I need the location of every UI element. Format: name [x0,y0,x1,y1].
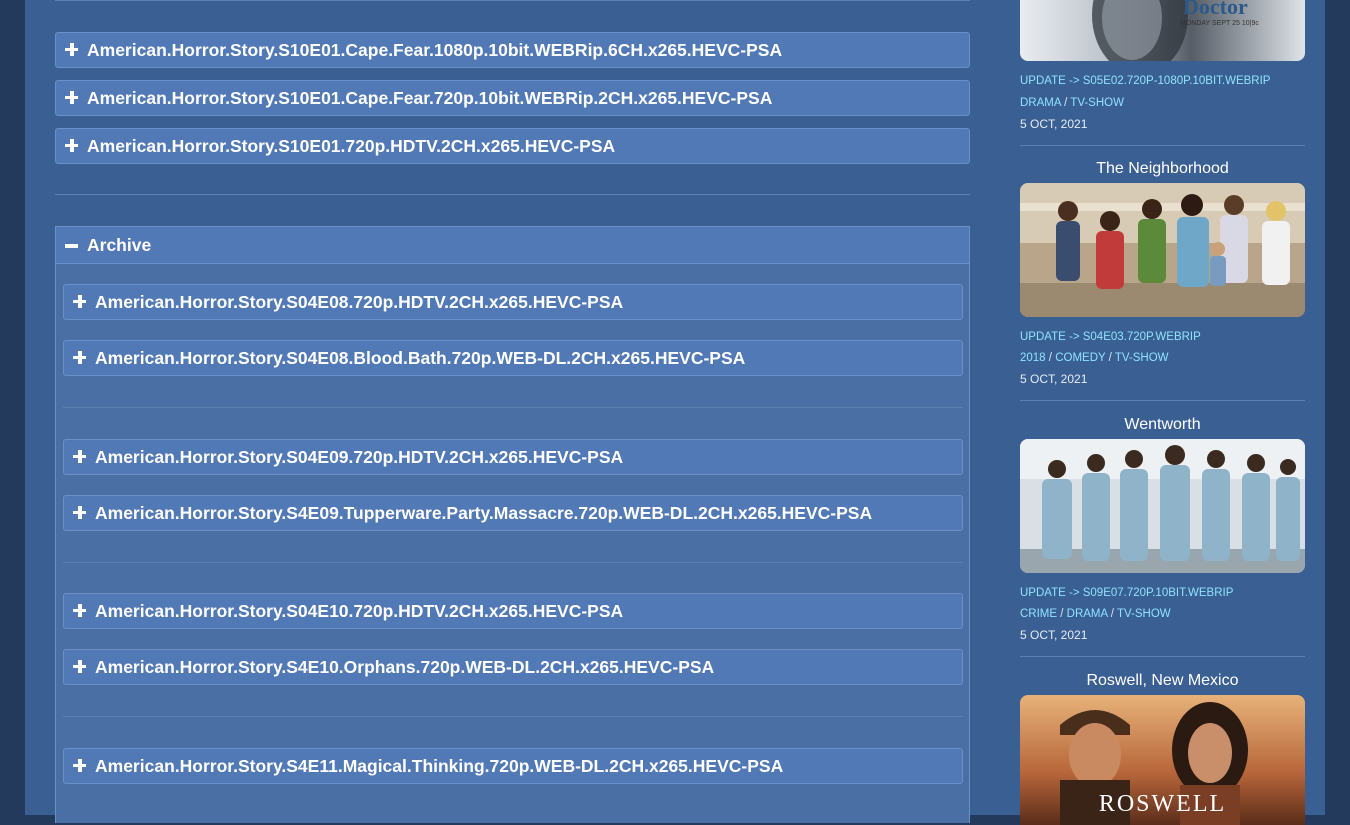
tag-link[interactable]: DRAMA [1067,608,1108,620]
post-date: 5 OCT, 2021 [1020,117,1088,131]
poster-subtitle-text: MONDAY SEPT 25 10|9c [1180,20,1259,27]
plus-icon [73,759,86,772]
poster-wentworth[interactable] [1020,439,1305,573]
release-label: American.Horror.Story.S04E08.720p.HDTV.2… [95,292,624,312]
divider [63,716,963,717]
show-title[interactable]: The Neighborhood [1020,160,1305,178]
release-label: American.Horror.Story.S10E01.720p.HDTV.2… [87,136,616,156]
tag-line: 2018 / COMEDY / TV-SHOW [1020,352,1169,364]
divider [63,562,963,563]
sidebar: Doctor MONDAY SEPT 25 10|9c UPDATE -> S0… [1020,0,1305,825]
poster-neighborhood-image [1020,183,1305,317]
release-label: American.Horror.Story.S4E11.Magical.Thin… [95,756,784,776]
tag-link[interactable]: TV-SHOW [1117,608,1171,620]
divider [1020,145,1305,146]
release-toggle[interactable]: American.Horror.Story.S10E01.720p.HDTV.2… [55,128,970,164]
release-label: American.Horror.Story.S04E09.720p.HDTV.2… [95,447,624,467]
release-label: American.Horror.Story.S04E10.720p.HDTV.2… [95,601,624,621]
tag-link[interactable]: CRIME [1020,608,1057,620]
tag-line: CRIME / DRAMA / TV-SHOW [1020,608,1171,620]
poster-title-text: ROSWELL [1098,791,1227,817]
divider [55,194,970,195]
release-label: American.Horror.Story.S10E01.Cape.Fear.7… [87,88,773,108]
plus-icon [73,450,86,463]
poster-neighborhood[interactable] [1020,183,1305,317]
release-toggle[interactable]: American.Horror.Story.S10E01.Cape.Fear.1… [55,32,970,68]
update-link[interactable]: UPDATE -> S04E03.720P.WEBRIP [1020,331,1201,343]
plus-icon [65,43,78,56]
minus-icon [65,244,78,248]
post-date: 5 OCT, 2021 [1020,372,1088,386]
update-line[interactable]: UPDATE -> S09E07.720P.10BIT.WEBRIP [1020,587,1233,599]
plus-icon [73,506,86,519]
tag-link[interactable]: TV-SHOW [1115,352,1169,364]
tag-link[interactable]: COMEDY [1055,352,1105,364]
poster-good-doctor[interactable]: Doctor MONDAY SEPT 25 10|9c [1020,0,1305,61]
poster-good-doctor-image [1020,0,1305,61]
plus-icon [65,139,78,152]
update-link[interactable]: UPDATE -> S09E07.720P.10BIT.WEBRIP [1020,587,1233,599]
plus-icon [73,604,86,617]
release-toggle[interactable]: American.Horror.Story.S10E01.Cape.Fear.7… [55,80,970,116]
tag-line: DRAMA / TV-SHOW [1020,97,1124,109]
divider [55,0,970,1]
plus-icon [65,91,78,104]
archive-toggle[interactable]: Archive [55,226,970,264]
show-title[interactable]: Roswell, New Mexico [1020,672,1305,690]
archive-title: Archive [87,235,152,255]
plus-icon [73,351,86,364]
archive-release-toggle[interactable]: American.Horror.Story.S04E08.720p.HDTV.2… [63,284,963,320]
archive-release-toggle[interactable]: American.Horror.Story.S4E11.Magical.Thin… [63,748,963,784]
archive-release-toggle[interactable]: American.Horror.Story.S4E10.Orphans.720p… [63,649,963,685]
plus-icon [73,660,86,673]
release-label: American.Horror.Story.S4E09.Tupperware.P… [95,503,873,523]
poster-roswell[interactable]: ROSWELL [1020,695,1305,825]
archive-release-toggle[interactable]: American.Horror.Story.S04E10.720p.HDTV.2… [63,593,963,629]
poster-wentworth-image [1020,439,1305,573]
archive-release-toggle[interactable]: American.Horror.Story.S4E09.Tupperware.P… [63,495,963,531]
release-label: American.Horror.Story.S10E01.Cape.Fear.1… [87,40,783,60]
update-line[interactable]: UPDATE -> S05E02.720P-1080P.10BIT.WEBRIP [1020,75,1270,87]
post-date: 5 OCT, 2021 [1020,628,1088,642]
archive-release-toggle[interactable]: American.Horror.Story.S04E08.Blood.Bath.… [63,340,963,376]
update-line[interactable]: UPDATE -> S04E03.720P.WEBRIP [1020,331,1201,343]
release-label: American.Horror.Story.S4E10.Orphans.720p… [95,657,715,677]
update-link[interactable]: UPDATE -> S05E02.720P-1080P.10BIT.WEBRIP [1020,75,1270,87]
show-title[interactable]: Wentworth [1020,416,1305,434]
tag-link[interactable]: TV-SHOW [1070,97,1124,109]
poster-title-text: Doctor [1183,0,1248,19]
release-label: American.Horror.Story.S04E08.Blood.Bath.… [95,348,746,368]
tag-link[interactable]: 2018 [1020,352,1046,364]
tag-link[interactable]: DRAMA [1020,97,1061,109]
archive-release-toggle[interactable]: American.Horror.Story.S04E09.720p.HDTV.2… [63,439,963,475]
plus-icon [73,295,86,308]
divider [1020,656,1305,657]
divider [63,407,963,408]
divider [1020,400,1305,401]
